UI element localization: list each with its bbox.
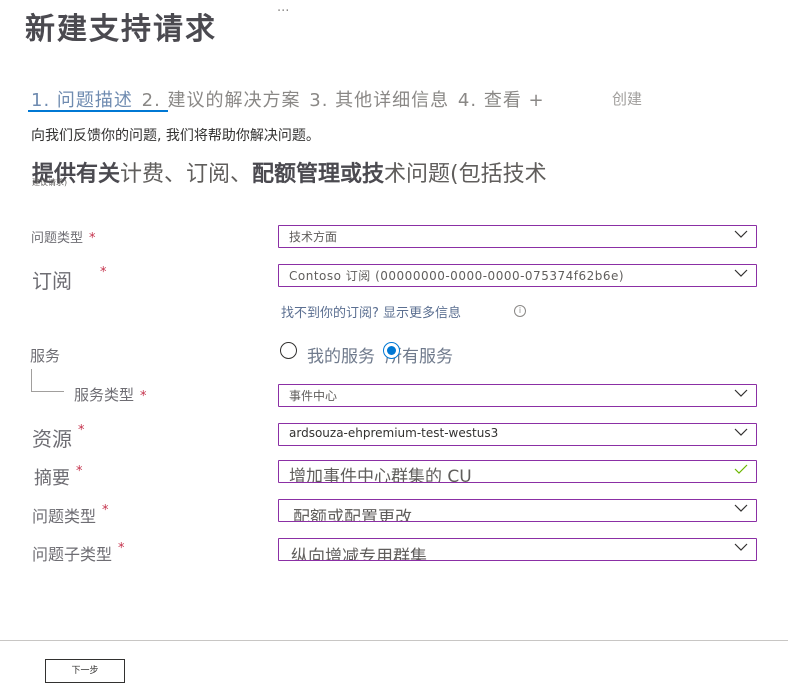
page-title: 新建支持请求: [25, 12, 217, 47]
resource-dropdown[interactable]: ardsouza-ehpremium-test-westus3: [278, 423, 757, 446]
chevron-down-icon: [734, 543, 748, 551]
step-2[interactable]: 2. 建议的解决方案: [142, 90, 301, 111]
selected-value: 事件中心: [289, 389, 338, 403]
description: 向我们反馈你的问题, 我们将帮助你解决问题。: [31, 128, 320, 144]
show-more-subscriptions-link[interactable]: 找不到你的订阅? 显示更多信息: [281, 302, 461, 321]
next-button[interactable]: 下一步: [45, 659, 125, 683]
section-heading: 提供有关计费、订阅、配额管理或技术问题(包括技术: [32, 156, 547, 188]
label-text: 问题类型: [32, 507, 97, 526]
active-step-indicator: [28, 110, 168, 112]
footer-divider: [0, 640, 788, 641]
radio-my-services-label[interactable]: 我的服务: [307, 342, 375, 367]
selected-value: Contoso 订阅 (00000000-0000-0000-075374f62…: [289, 269, 625, 283]
subscription-dropdown[interactable]: Contoso 订阅 (00000000-0000-0000-075374f62…: [278, 264, 757, 287]
step-1[interactable]: 1. 问题描述: [31, 90, 133, 111]
radio-my-services[interactable]: [280, 342, 297, 359]
selected-value: 技术方面: [289, 230, 338, 244]
summary-label: 摘要 *: [34, 464, 83, 490]
required-mark: *: [140, 389, 147, 404]
problem-type-dropdown[interactable]: 配额或配置更改: [278, 499, 757, 522]
required-mark: *: [102, 503, 109, 518]
checkmark-icon: [734, 464, 748, 474]
problem-subtype-dropdown[interactable]: 纵向增减专用群集: [278, 538, 757, 561]
required-mark: *: [118, 541, 125, 556]
chevron-down-icon: [734, 428, 748, 436]
wizard-steps: 1. 问题描述 2. 建议的解决方案 3. 其他详细信息 4. 查看 +: [31, 86, 547, 112]
service-type-label: 服务类型 *: [74, 384, 147, 405]
heading-part: 术问题(包括技术: [384, 162, 547, 187]
chevron-down-icon: [734, 389, 748, 397]
required-mark: *: [100, 265, 107, 280]
issue-type-label: 问题类型 *: [31, 227, 96, 246]
issue-type-dropdown[interactable]: 技术方面: [278, 225, 757, 248]
label-text: 资源: [32, 427, 72, 451]
resource-label: 资源 *: [32, 423, 85, 452]
required-mark: *: [89, 231, 96, 246]
heading-part: 配额管理或技: [252, 162, 385, 187]
chevron-down-icon: [734, 269, 748, 277]
heading-part: 计费、订阅、: [120, 162, 253, 187]
service-type-dropdown[interactable]: 事件中心: [278, 384, 757, 407]
label-text: 问题子类型: [32, 545, 113, 564]
info-icon[interactable]: i: [514, 305, 526, 317]
tree-connector: [31, 369, 64, 392]
step-3[interactable]: 3. 其他详细信息: [309, 90, 449, 111]
label-text: 服务类型: [74, 386, 135, 404]
input-value: 增加事件中心群集的 CU: [289, 467, 472, 483]
selected-value: 纵向增减专用群集: [291, 547, 427, 561]
service-label: 服务: [30, 347, 61, 365]
label-text: 摘要: [34, 468, 70, 489]
subscription-label: 订阅 *: [32, 265, 107, 294]
label-text: 订阅: [32, 269, 72, 293]
step-4[interactable]: 4. 查看 +: [458, 90, 545, 111]
section-heading-continued: 建议请求): [32, 178, 68, 187]
radio-all-services[interactable]: [383, 342, 400, 359]
required-mark: *: [78, 423, 85, 438]
problem-subtype-label: 问题子类型 *: [32, 541, 125, 565]
selected-value: 配额或配置更改: [293, 508, 412, 522]
problem-type-label: 问题类型 *: [32, 503, 109, 527]
summary-input[interactable]: 增加事件中心群集的 CU: [278, 460, 757, 483]
chevron-down-icon: [734, 230, 748, 238]
step-create[interactable]: 创建: [612, 88, 642, 109]
selected-value: ardsouza-ehpremium-test-westus3: [289, 426, 499, 440]
required-mark: *: [76, 464, 83, 479]
label-text: 问题类型: [31, 231, 84, 246]
chevron-down-icon: [734, 504, 748, 512]
more-options-button[interactable]: ···: [277, 4, 289, 19]
